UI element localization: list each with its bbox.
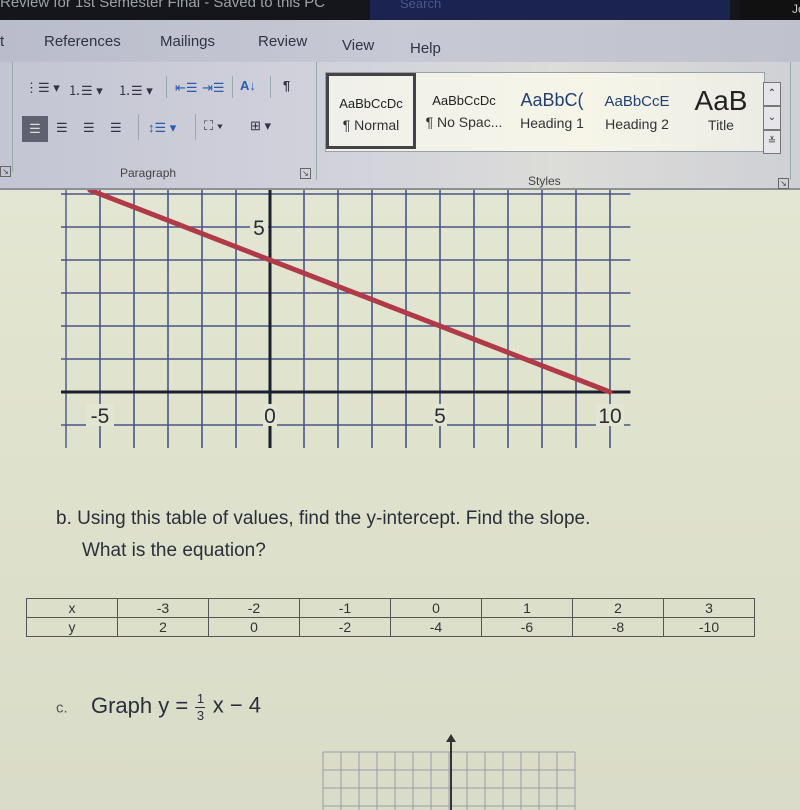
center-icon[interactable]: ☰ bbox=[56, 120, 68, 136]
table-cell: -6 bbox=[481, 617, 573, 637]
line-spacing-icon[interactable]: ↕☰ ▾ bbox=[148, 120, 176, 136]
divider bbox=[195, 114, 196, 140]
question-c-label: c. bbox=[56, 699, 68, 717]
table-cell: -8 bbox=[572, 617, 664, 637]
styles-group-label: Styles bbox=[528, 174, 561, 188]
table-row-y: y 2 0 -2 -4 -6 -8 -10 bbox=[26, 617, 755, 637]
tab-help[interactable]: Help bbox=[410, 40, 441, 57]
sort-icon[interactable]: A↓ bbox=[240, 78, 256, 93]
style-normal[interactable]: AaBbCcDc ¶ Normal bbox=[326, 73, 416, 149]
x-tick-label: 10 bbox=[598, 405, 621, 428]
tab-partial[interactable]: t bbox=[0, 33, 4, 50]
style-no-spacing[interactable]: AaBbCcDc ¶ No Spac... bbox=[418, 73, 510, 149]
document-title: Review for 1st Semester Final - Saved to… bbox=[0, 0, 326, 11]
multilevel-list-icon[interactable]: ⒈☰ ▾ bbox=[118, 80, 153, 99]
table-cell: -1 bbox=[299, 598, 391, 618]
style-name: Heading 1 bbox=[520, 115, 584, 131]
styles-more-button[interactable]: ≚ bbox=[763, 130, 781, 154]
question-b-line1: b. Using this table of values, find the … bbox=[56, 508, 591, 529]
style-title[interactable]: AaB Title bbox=[680, 73, 762, 149]
justify-icon[interactable]: ☰ bbox=[110, 120, 122, 136]
question-c-rest: x − 4 bbox=[212, 692, 262, 718]
search-label: Search bbox=[400, 0, 442, 11]
divider bbox=[12, 62, 13, 172]
tab-view[interactable]: View bbox=[342, 37, 374, 54]
style-preview: AaBbC( bbox=[520, 90, 584, 110]
decrease-indent-icon[interactable]: ⇤☰ bbox=[175, 80, 198, 96]
paragraph-group-label: Paragraph bbox=[120, 166, 177, 180]
tab-mailings[interactable]: Mailings bbox=[160, 33, 215, 50]
table-cell: 0 bbox=[390, 598, 482, 618]
question-b-line2: What is the equation? bbox=[82, 540, 266, 561]
pilcrow-icon[interactable]: ¶ bbox=[283, 78, 290, 93]
x-tick-label: 5 bbox=[434, 405, 446, 428]
style-preview: AaBbCcDc bbox=[432, 93, 496, 108]
table-row-x: x -3 -2 -1 0 1 2 3 bbox=[26, 598, 755, 618]
style-name: ¶ No Spac... bbox=[425, 114, 503, 130]
table-cell: -2 bbox=[208, 598, 300, 618]
fraction: 1 3 bbox=[195, 691, 206, 723]
table-cell: 0 bbox=[208, 617, 300, 637]
styles-dialog-launcher-icon[interactable]: ↘ bbox=[778, 178, 789, 189]
table-cell: 1 bbox=[481, 598, 573, 618]
align-left-icon[interactable]: ☰ bbox=[22, 116, 48, 142]
dialog-launcher-icon[interactable]: ↘ bbox=[0, 166, 11, 177]
table-cell: -10 bbox=[663, 617, 755, 637]
table-header-y: y bbox=[26, 617, 118, 637]
increase-indent-icon[interactable]: ⇥☰ bbox=[202, 80, 225, 96]
table-cell: -3 bbox=[117, 598, 209, 618]
style-name: ¶ Normal bbox=[342, 117, 400, 133]
table-cell: 2 bbox=[572, 598, 664, 618]
user-account[interactable]: Jo bbox=[740, 0, 800, 22]
divider bbox=[166, 76, 167, 98]
user-initial: Jo bbox=[792, 2, 800, 16]
table-cell: -2 bbox=[299, 617, 391, 637]
style-heading-1[interactable]: AaBbC( Heading 1 bbox=[510, 73, 594, 149]
values-table: x -3 -2 -1 0 1 2 3 y 2 0 -2 -4 -6 -8 -10 bbox=[26, 598, 755, 637]
table-cell: -4 bbox=[390, 617, 482, 637]
title-bar: Review for 1st Semester Final - Saved to… bbox=[0, 0, 800, 22]
search-box[interactable]: Search bbox=[370, 0, 730, 22]
numbering-icon[interactable]: ⒈☰ ▾ bbox=[68, 80, 103, 99]
paragraph-dialog-launcher-icon[interactable]: ↘ bbox=[300, 168, 311, 179]
divider bbox=[790, 62, 791, 180]
style-name: Title bbox=[708, 117, 734, 133]
divider bbox=[232, 76, 233, 98]
styles-scroll-up-button[interactable]: ⌃ bbox=[763, 82, 781, 106]
graph-a: -5 0 5 10 5 bbox=[61, 190, 631, 448]
style-preview: AaBbCcDc bbox=[339, 96, 403, 111]
styles-scroll-down-button[interactable]: ⌄ bbox=[763, 106, 781, 130]
question-c: c. Graph y = 1 3 x − 4 bbox=[56, 692, 261, 723]
y-axis-arrow-icon bbox=[446, 734, 456, 742]
x-tick-label: -5 bbox=[91, 405, 110, 428]
style-heading-2[interactable]: AaBbCcE Heading 2 bbox=[594, 73, 680, 149]
style-preview: AaB bbox=[694, 85, 748, 116]
fraction-denominator: 3 bbox=[196, 708, 205, 723]
tab-references[interactable]: References bbox=[44, 33, 121, 50]
question-c-text: Graph y = bbox=[90, 692, 189, 718]
graph-c-grid[interactable] bbox=[0, 730, 800, 810]
shading-icon[interactable]: ⛶ ▾ bbox=[204, 118, 223, 134]
styles-gallery: AaBbCcDc ¶ Normal AaBbCcDc ¶ No Spac... … bbox=[325, 72, 765, 152]
style-name: Heading 2 bbox=[605, 116, 669, 132]
table-header-x: x bbox=[26, 598, 118, 618]
borders-icon[interactable]: ⊞ ▾ bbox=[250, 118, 271, 134]
table-cell: 3 bbox=[663, 598, 755, 618]
tab-review[interactable]: Review bbox=[258, 33, 307, 50]
divider bbox=[270, 76, 271, 98]
table-cell: 2 bbox=[117, 617, 209, 637]
fraction-numerator: 1 bbox=[196, 691, 205, 706]
x-tick-label: 0 bbox=[264, 405, 276, 428]
divider bbox=[316, 62, 317, 180]
ribbon-tabs: t References Mailings Review View Help bbox=[0, 20, 800, 64]
divider bbox=[138, 114, 139, 140]
style-preview: AaBbCcE bbox=[604, 93, 670, 110]
align-right-icon[interactable]: ☰ bbox=[83, 120, 95, 136]
document-page[interactable]: -5 0 5 10 5 b. Using this table of values, f… bbox=[0, 190, 800, 810]
y-tick-label: 5 bbox=[253, 217, 265, 240]
bullets-icon[interactable]: ⋮☰ ▾ bbox=[25, 80, 60, 96]
